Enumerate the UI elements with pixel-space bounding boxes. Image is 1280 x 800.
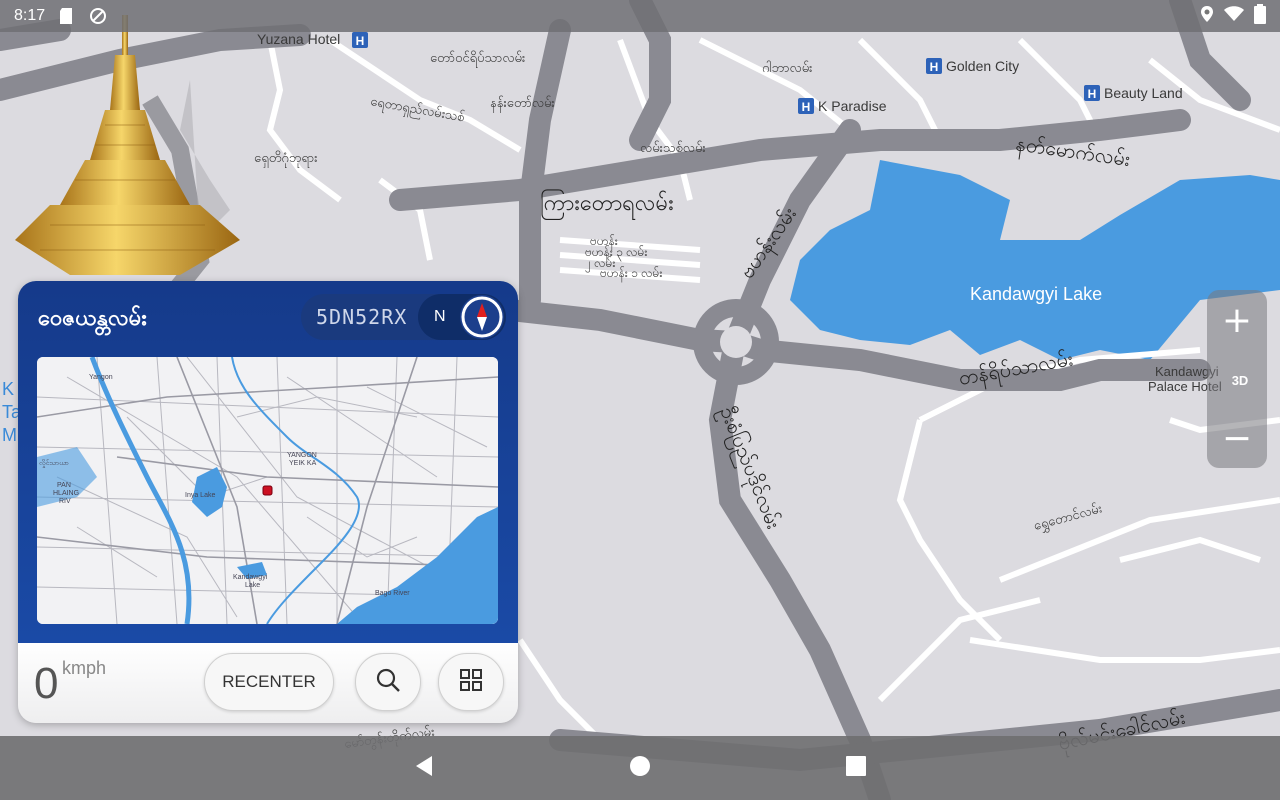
label-golden-city: Golden City <box>946 58 1019 74</box>
minimap-label-north: YANGON <box>287 452 317 459</box>
grid-icon <box>459 668 483 696</box>
toggle-3d-button[interactable]: 3D <box>1226 370 1254 390</box>
minimap-label-kandawgyi: Kandawgyi <box>233 574 268 581</box>
svg-text:H: H <box>1088 87 1097 101</box>
zoom-in-button[interactable]: + <box>1207 290 1267 350</box>
roundabout-center <box>720 326 752 358</box>
compass-direction: N <box>434 308 446 325</box>
label-left-edge-3: M <box>2 425 17 445</box>
minimap-label-bago-river: Bago River <box>375 590 410 597</box>
overview-minimap[interactable]: Inya Lake Kandawgyi Lake Bago River Yang… <box>37 357 498 624</box>
current-location-marker <box>262 485 273 496</box>
recents-square-icon <box>846 756 866 780</box>
recents-button[interactable] <box>844 756 868 780</box>
plus-code-pill[interactable]: 5DN52RX N <box>301 294 506 340</box>
hotel-icon: H <box>1084 85 1100 101</box>
system-navigation-bar <box>0 736 1280 800</box>
search-icon <box>375 667 401 697</box>
label-beauty-land: Beauty Land <box>1104 85 1183 101</box>
hotel-icon: H <box>798 98 814 114</box>
minimap-label-left-town: လှိုင်သာယာ <box>39 459 69 468</box>
label-left-edge-1: K <box>2 379 14 399</box>
plus-code-text: 5DN52RX <box>316 305 408 329</box>
label-kandawgyi-lake: Kandawgyi Lake <box>970 284 1102 304</box>
svg-text:H: H <box>802 100 811 114</box>
svg-text:H: H <box>356 34 365 48</box>
search-button[interactable] <box>355 653 421 711</box>
minimap-label-north2: YEIK KA <box>289 460 317 467</box>
hotel-icon: H <box>926 58 942 74</box>
current-street-name: ဝေဇယန္တလမ်း <box>38 306 147 331</box>
status-time: 8:17 <box>14 7 46 24</box>
status-bar: 8:17 <box>0 0 1280 32</box>
minimap-label-riv: RIV <box>59 498 71 505</box>
home-circle-icon <box>629 755 651 781</box>
wifi-icon <box>1224 6 1244 26</box>
back-button[interactable] <box>412 756 436 780</box>
home-button[interactable] <box>628 756 652 780</box>
speed-value: 0 <box>34 659 59 708</box>
shwedagon-pagoda-icon <box>15 15 240 275</box>
label-yuzana-hotel: Yuzana Hotel <box>257 31 340 47</box>
compass-button[interactable]: N <box>418 294 506 340</box>
minimap-label-pan: PAN <box>57 482 71 489</box>
battery-icon <box>1254 4 1266 28</box>
recenter-button[interactable]: RECENTER <box>204 653 334 711</box>
label-k-paradise: K Paradise <box>818 98 887 114</box>
label-road-top2: ဂါဘာလမ်း <box>762 60 812 75</box>
svg-text:H: H <box>930 60 939 74</box>
label-road-mid1: လမ်းသစ်လမ်း <box>640 140 706 155</box>
back-triangle-icon <box>414 755 434 781</box>
sd-card-icon <box>59 7 77 25</box>
minimap-label-inya: Inya Lake <box>185 492 215 499</box>
minimap-label-kandawgyi-2: Lake <box>245 582 260 589</box>
menu-grid-button[interactable] <box>438 653 504 711</box>
card-header: ဝေဇယန္တလမ်း 5DN52RX N Inya Lake Kandawgy… <box>18 281 518 643</box>
minimap-label-yangon: Yangon <box>89 374 113 381</box>
speed-unit: kmph <box>62 658 107 678</box>
data-saver-icon <box>89 7 107 25</box>
location-icon <box>1200 5 1214 27</box>
compass-icon <box>460 295 504 339</box>
zoom-out-button[interactable]: − <box>1207 408 1267 468</box>
navigation-card: ဝေဇယန္တလမ်း 5DN52RX N Inya Lake Kandawgy… <box>18 281 518 723</box>
minimap-label-hlaing: HLAING <box>53 490 79 497</box>
hotel-icon: H <box>352 32 368 48</box>
card-controls: 0 kmph RECENTER <box>18 643 518 723</box>
